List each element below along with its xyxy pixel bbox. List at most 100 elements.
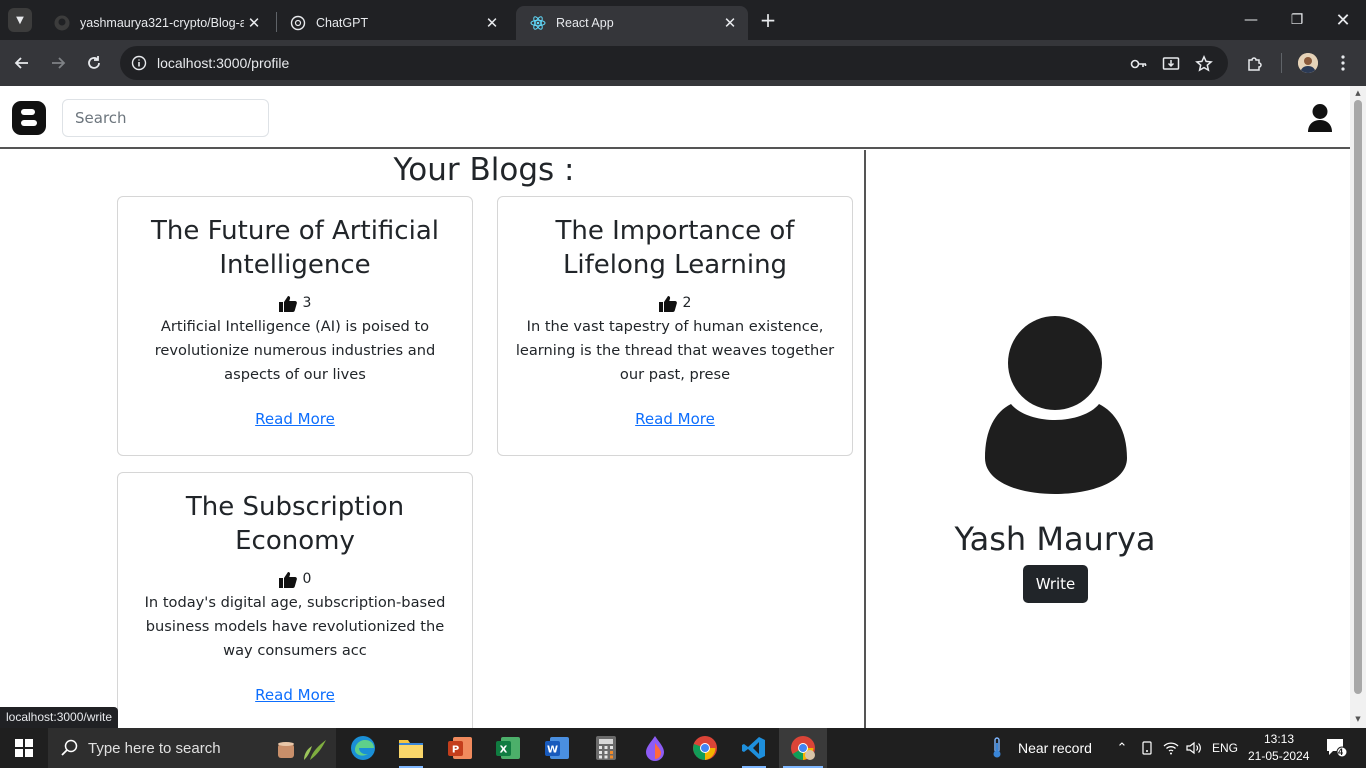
close-window-icon[interactable]: ✕ xyxy=(1320,0,1366,40)
site-navbar xyxy=(0,86,1350,149)
extensions-puzzle-icon[interactable] xyxy=(1243,51,1267,75)
weather-text[interactable]: Near record xyxy=(1018,740,1092,756)
back-arrow-icon[interactable] xyxy=(10,51,34,75)
profile-panel: Yash Maurya Write xyxy=(868,150,1350,728)
user-account-icon[interactable] xyxy=(1306,103,1334,133)
svg-text:W: W xyxy=(547,745,558,756)
browser-tab-bar: ▼ yashmaurya321-crypto/Blog-ap ✕ ChatGPT… xyxy=(0,0,1366,40)
thumbs-up-icon[interactable] xyxy=(658,295,677,312)
search-input[interactable] xyxy=(62,99,269,137)
page-viewport: Your Blogs : The Future of Artificial In… xyxy=(0,86,1366,728)
likes-count: 2 xyxy=(682,295,692,311)
page-title-text: Your Blogs : xyxy=(393,152,575,188)
clock-date[interactable]: 21-05-2024 xyxy=(1248,749,1309,763)
password-key-icon[interactable] xyxy=(1129,54,1149,74)
tab-github[interactable]: yashmaurya321-crypto/Blog-ap ✕ xyxy=(40,6,272,40)
browser-menu-icon[interactable] xyxy=(1331,51,1355,75)
chrome-icon[interactable] xyxy=(681,728,729,768)
language-indicator[interactable]: ENG xyxy=(1212,741,1238,755)
thumbs-up-icon[interactable] xyxy=(278,295,297,312)
blog-card: The Future of Artificial Intelligence 3 … xyxy=(117,196,473,456)
blogs-section: Your Blogs : The Future of Artificial In… xyxy=(0,150,866,728)
tab-chatgpt[interactable]: ChatGPT ✕ xyxy=(276,6,510,40)
browser-toolbar: localhost:3000/profile xyxy=(0,40,1366,86)
restore-icon[interactable]: ❐ xyxy=(1274,0,1320,40)
tab-title: ChatGPT xyxy=(316,16,369,30)
profile-username: Yash Maurya xyxy=(954,520,1156,558)
chrome-profile-icon[interactable] xyxy=(779,728,827,768)
address-bar[interactable]: localhost:3000/profile xyxy=(120,46,1228,80)
likes-row: 3 xyxy=(118,292,472,314)
thumbs-up-icon[interactable] xyxy=(278,571,297,588)
read-more-link[interactable]: Read More xyxy=(255,686,335,704)
taskbar-search-box[interactable]: Type here to search xyxy=(48,728,336,768)
vscode-icon[interactable] xyxy=(730,728,778,768)
site-info-icon[interactable] xyxy=(130,54,148,72)
link-status-bubble: localhost:3000/write xyxy=(0,707,119,728)
blog-card: The Subscription Economy 0 In today's di… xyxy=(117,472,473,728)
notifications-icon[interactable]: 4 xyxy=(1324,738,1350,758)
wifi-icon[interactable] xyxy=(1161,738,1181,758)
github-icon xyxy=(54,15,70,31)
paint-drop-icon[interactable] xyxy=(631,728,679,768)
powerpoint-icon[interactable]: P xyxy=(436,728,484,768)
weather-thermometer-icon[interactable] xyxy=(987,737,1007,758)
tab-title: React App xyxy=(556,16,614,30)
likes-row: 0 xyxy=(118,568,472,590)
tab-title: yashmaurya321-crypto/Blog-ap xyxy=(80,16,244,30)
toolbar-divider xyxy=(1281,53,1282,73)
blog-excerpt: Artificial Intelligence (AI) is poised t… xyxy=(154,318,436,383)
chatgpt-icon xyxy=(290,15,306,31)
blog-excerpt: In the vast tapestry of human existence,… xyxy=(515,318,835,383)
react-icon xyxy=(530,15,546,31)
close-tab-icon[interactable]: ✕ xyxy=(720,13,740,33)
search-icon xyxy=(60,738,80,758)
device-icon[interactable] xyxy=(1137,738,1157,758)
profile-avatar-icon xyxy=(985,316,1127,496)
file-explorer-icon[interactable] xyxy=(387,728,435,768)
browser-profile-avatar[interactable] xyxy=(1298,53,1318,73)
blog-title: The Future of Artificial Intelligence xyxy=(151,216,439,280)
bookmark-star-icon[interactable] xyxy=(1194,54,1214,74)
write-button[interactable]: Write xyxy=(1023,565,1088,603)
close-tab-icon[interactable]: ✕ xyxy=(244,13,264,33)
calculator-icon[interactable] xyxy=(582,728,630,768)
reload-icon[interactable] xyxy=(82,51,106,75)
excel-icon[interactable]: X xyxy=(484,728,532,768)
blogger-logo-icon[interactable] xyxy=(12,101,46,135)
scrollbar-thumb[interactable] xyxy=(1354,100,1362,694)
url-text: localhost:3000/profile xyxy=(157,55,290,71)
read-more-link[interactable]: Read More xyxy=(255,410,335,428)
notification-count: 4 xyxy=(1338,747,1344,757)
tab-search-chevron-icon[interactable]: ▼ xyxy=(8,8,32,32)
blog-title: The Importance of Lifelong Learning xyxy=(555,216,795,280)
scroll-down-arrow-icon[interactable]: ▼ xyxy=(1354,715,1362,723)
taskbar-search-text: Type here to search xyxy=(88,739,221,757)
page-title: Your Blogs : xyxy=(0,152,968,188)
new-tab-plus-icon[interactable]: + xyxy=(756,8,780,32)
install-app-icon[interactable] xyxy=(1161,54,1181,74)
page-scrollbar[interactable]: ▲ ▼ xyxy=(1350,86,1366,728)
read-more-link[interactable]: Read More xyxy=(635,410,715,428)
blog-card: The Importance of Lifelong Learning 2 In… xyxy=(497,196,853,456)
forward-arrow-icon[interactable] xyxy=(46,51,70,75)
blog-excerpt: In today's digital age, subscription-bas… xyxy=(144,594,446,659)
likes-row: 2 xyxy=(498,292,852,314)
edge-icon[interactable] xyxy=(339,728,387,768)
windows-taskbar: Type here to search P X W Near record ⌃ xyxy=(0,728,1366,768)
blog-title: The Subscription Economy xyxy=(185,492,405,556)
clock-time[interactable]: 13:13 xyxy=(1264,732,1294,746)
volume-icon[interactable] xyxy=(1184,738,1204,758)
svg-text:X: X xyxy=(500,745,508,756)
close-tab-icon[interactable]: ✕ xyxy=(482,13,502,33)
word-icon[interactable]: W xyxy=(533,728,581,768)
tab-react-app[interactable]: React App ✕ xyxy=(516,6,748,40)
search-highlight-tea-icon xyxy=(270,732,330,764)
svg-text:P: P xyxy=(452,745,459,756)
chevron-up-icon[interactable]: ⌃ xyxy=(1112,738,1132,758)
windows-start-icon[interactable] xyxy=(0,728,48,768)
minimize-icon[interactable]: — xyxy=(1228,0,1274,40)
likes-count: 0 xyxy=(302,571,312,587)
scroll-up-arrow-icon[interactable]: ▲ xyxy=(1354,89,1362,97)
likes-count: 3 xyxy=(302,295,312,311)
